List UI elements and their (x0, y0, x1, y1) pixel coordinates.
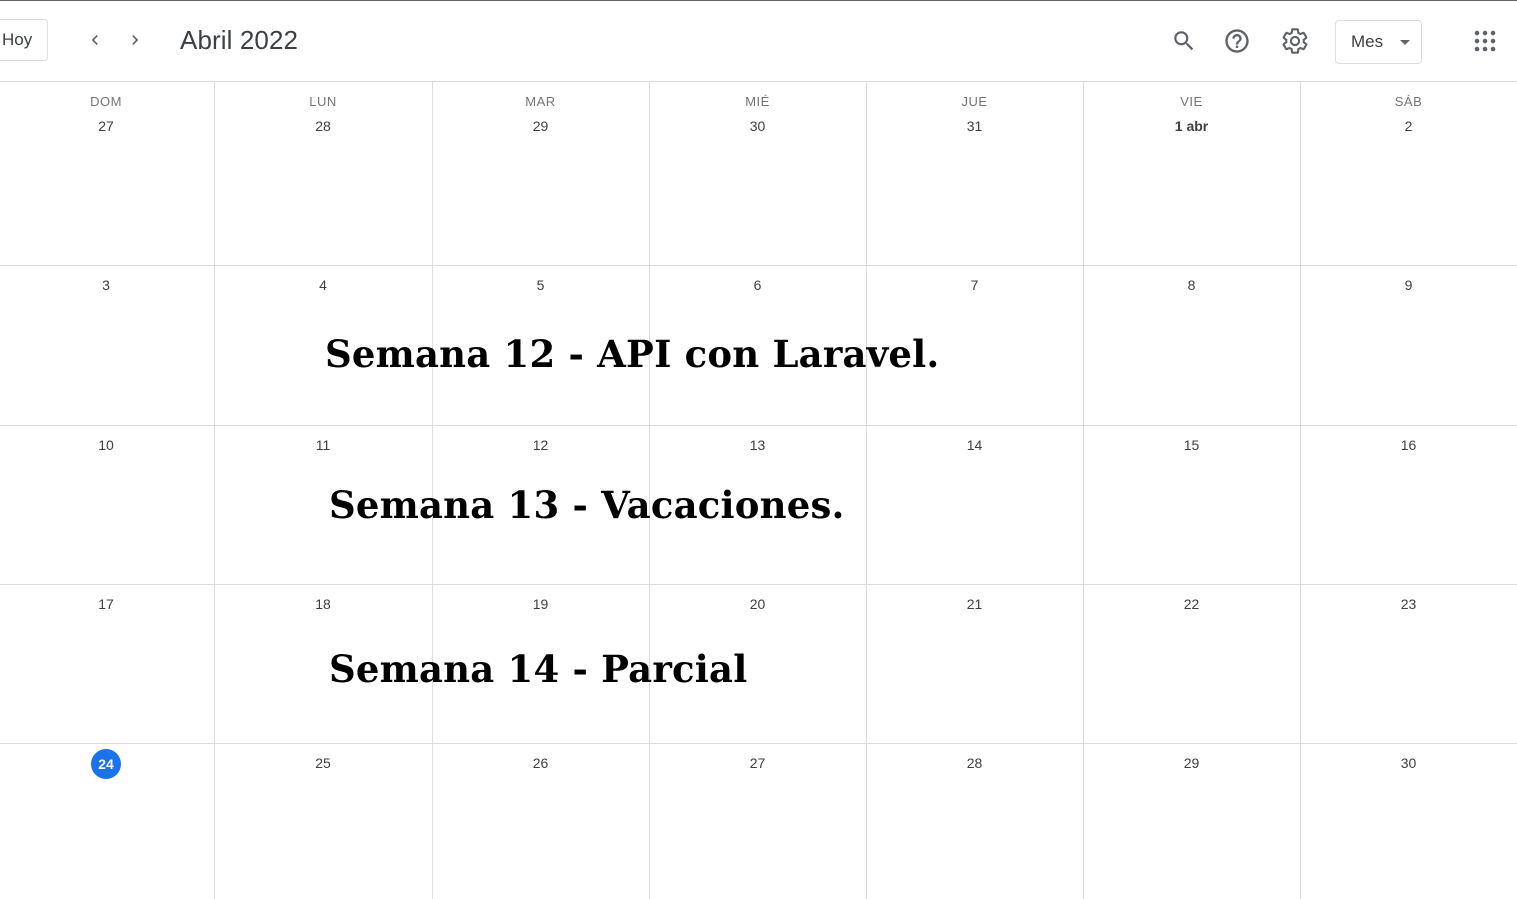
month-grid: DOM LUN MAR MIÉ JUE VIE SÁB 27 28 29 30 31 1 abr 2 3 4 5… (0, 82, 1517, 899)
day-number[interactable]: 9 (1379, 277, 1439, 293)
day-number[interactable]: 30 (1379, 755, 1439, 771)
column-divider (214, 82, 215, 899)
caret-down-icon (1400, 40, 1410, 45)
day-number[interactable]: 30 (728, 118, 788, 134)
day-number[interactable]: 22 (1162, 596, 1222, 612)
column-divider (1300, 82, 1301, 899)
day-number[interactable]: 19 (511, 596, 571, 612)
search-icon (1174, 31, 1194, 51)
row-divider (0, 425, 1517, 426)
previous-month-button[interactable] (78, 21, 112, 59)
view-selector-label: Mes (1351, 32, 1384, 51)
day-number[interactable]: 7 (945, 277, 1005, 293)
day-number[interactable]: 10 (76, 437, 136, 453)
week-annotation: Semana 14 - Parcial (329, 647, 748, 691)
day-number[interactable]: 21 (945, 596, 1005, 612)
day-number[interactable]: 23 (1379, 596, 1439, 612)
row-divider (0, 743, 1517, 744)
day-number[interactable]: 25 (293, 755, 353, 771)
help-button[interactable] (1217, 21, 1257, 61)
chevron-right-icon (132, 35, 139, 45)
day-number[interactable]: 3 (76, 277, 136, 293)
day-number[interactable]: 14 (945, 437, 1005, 453)
day-number[interactable]: 5 (511, 277, 571, 293)
month-title: Abril 2022 (180, 25, 299, 55)
weekday-header: MAR (525, 94, 556, 109)
day-number[interactable]: 29 (1162, 755, 1222, 771)
weekday-header: DOM (90, 94, 122, 109)
chevron-left-icon (91, 35, 98, 45)
apps-grid-icon (1474, 30, 1496, 52)
settings-button[interactable] (1275, 21, 1315, 61)
day-number[interactable]: 15 (1162, 437, 1222, 453)
today-button[interactable]: Hoy (0, 19, 48, 61)
gear-icon (1282, 28, 1308, 54)
day-number[interactable]: 18 (293, 596, 353, 612)
day-number[interactable]: 16 (1379, 437, 1439, 453)
day-number[interactable]: 28 (293, 118, 353, 134)
day-number[interactable]: 29 (511, 118, 571, 134)
view-selector[interactable]: Mes (1335, 20, 1422, 64)
day-number[interactable]: 1 abr (1162, 118, 1222, 134)
weekday-header: JUE (961, 94, 988, 109)
column-divider (1083, 82, 1084, 899)
day-number[interactable]: 12 (511, 437, 571, 453)
day-number[interactable]: 17 (76, 596, 136, 612)
row-divider (0, 265, 1517, 266)
weekday-header: MIÉ (745, 94, 770, 109)
day-number[interactable]: 11 (293, 437, 353, 453)
weekday-header: LUN (309, 94, 337, 109)
day-number[interactable]: 31 (945, 118, 1005, 134)
apps-button[interactable] (1465, 21, 1505, 61)
column-divider (866, 82, 867, 899)
day-number[interactable]: 26 (511, 755, 571, 771)
weekday-header: SÁB (1394, 94, 1423, 109)
today-date-indicator[interactable]: 24 (91, 749, 121, 779)
day-number[interactable]: 27 (76, 118, 136, 134)
week-annotation: Semana 13 - Vacaciones. (329, 483, 845, 527)
calendar-header: Hoy Abril 2022 Mes (0, 1, 1517, 82)
week-annotation: Semana 12 - API con Laravel. (325, 332, 940, 376)
day-number[interactable]: 8 (1162, 277, 1222, 293)
day-number[interactable]: 2 (1379, 118, 1439, 134)
row-divider (0, 584, 1517, 585)
day-number[interactable]: 28 (945, 755, 1005, 771)
search-button[interactable] (1164, 21, 1204, 61)
help-icon (1225, 29, 1249, 53)
day-number[interactable]: 6 (728, 277, 788, 293)
day-number[interactable]: 27 (728, 755, 788, 771)
day-number[interactable]: 20 (728, 596, 788, 612)
day-number[interactable]: 13 (728, 437, 788, 453)
day-number[interactable]: 4 (293, 277, 353, 293)
next-month-button[interactable] (118, 21, 152, 59)
weekday-header: VIE (1180, 94, 1203, 109)
